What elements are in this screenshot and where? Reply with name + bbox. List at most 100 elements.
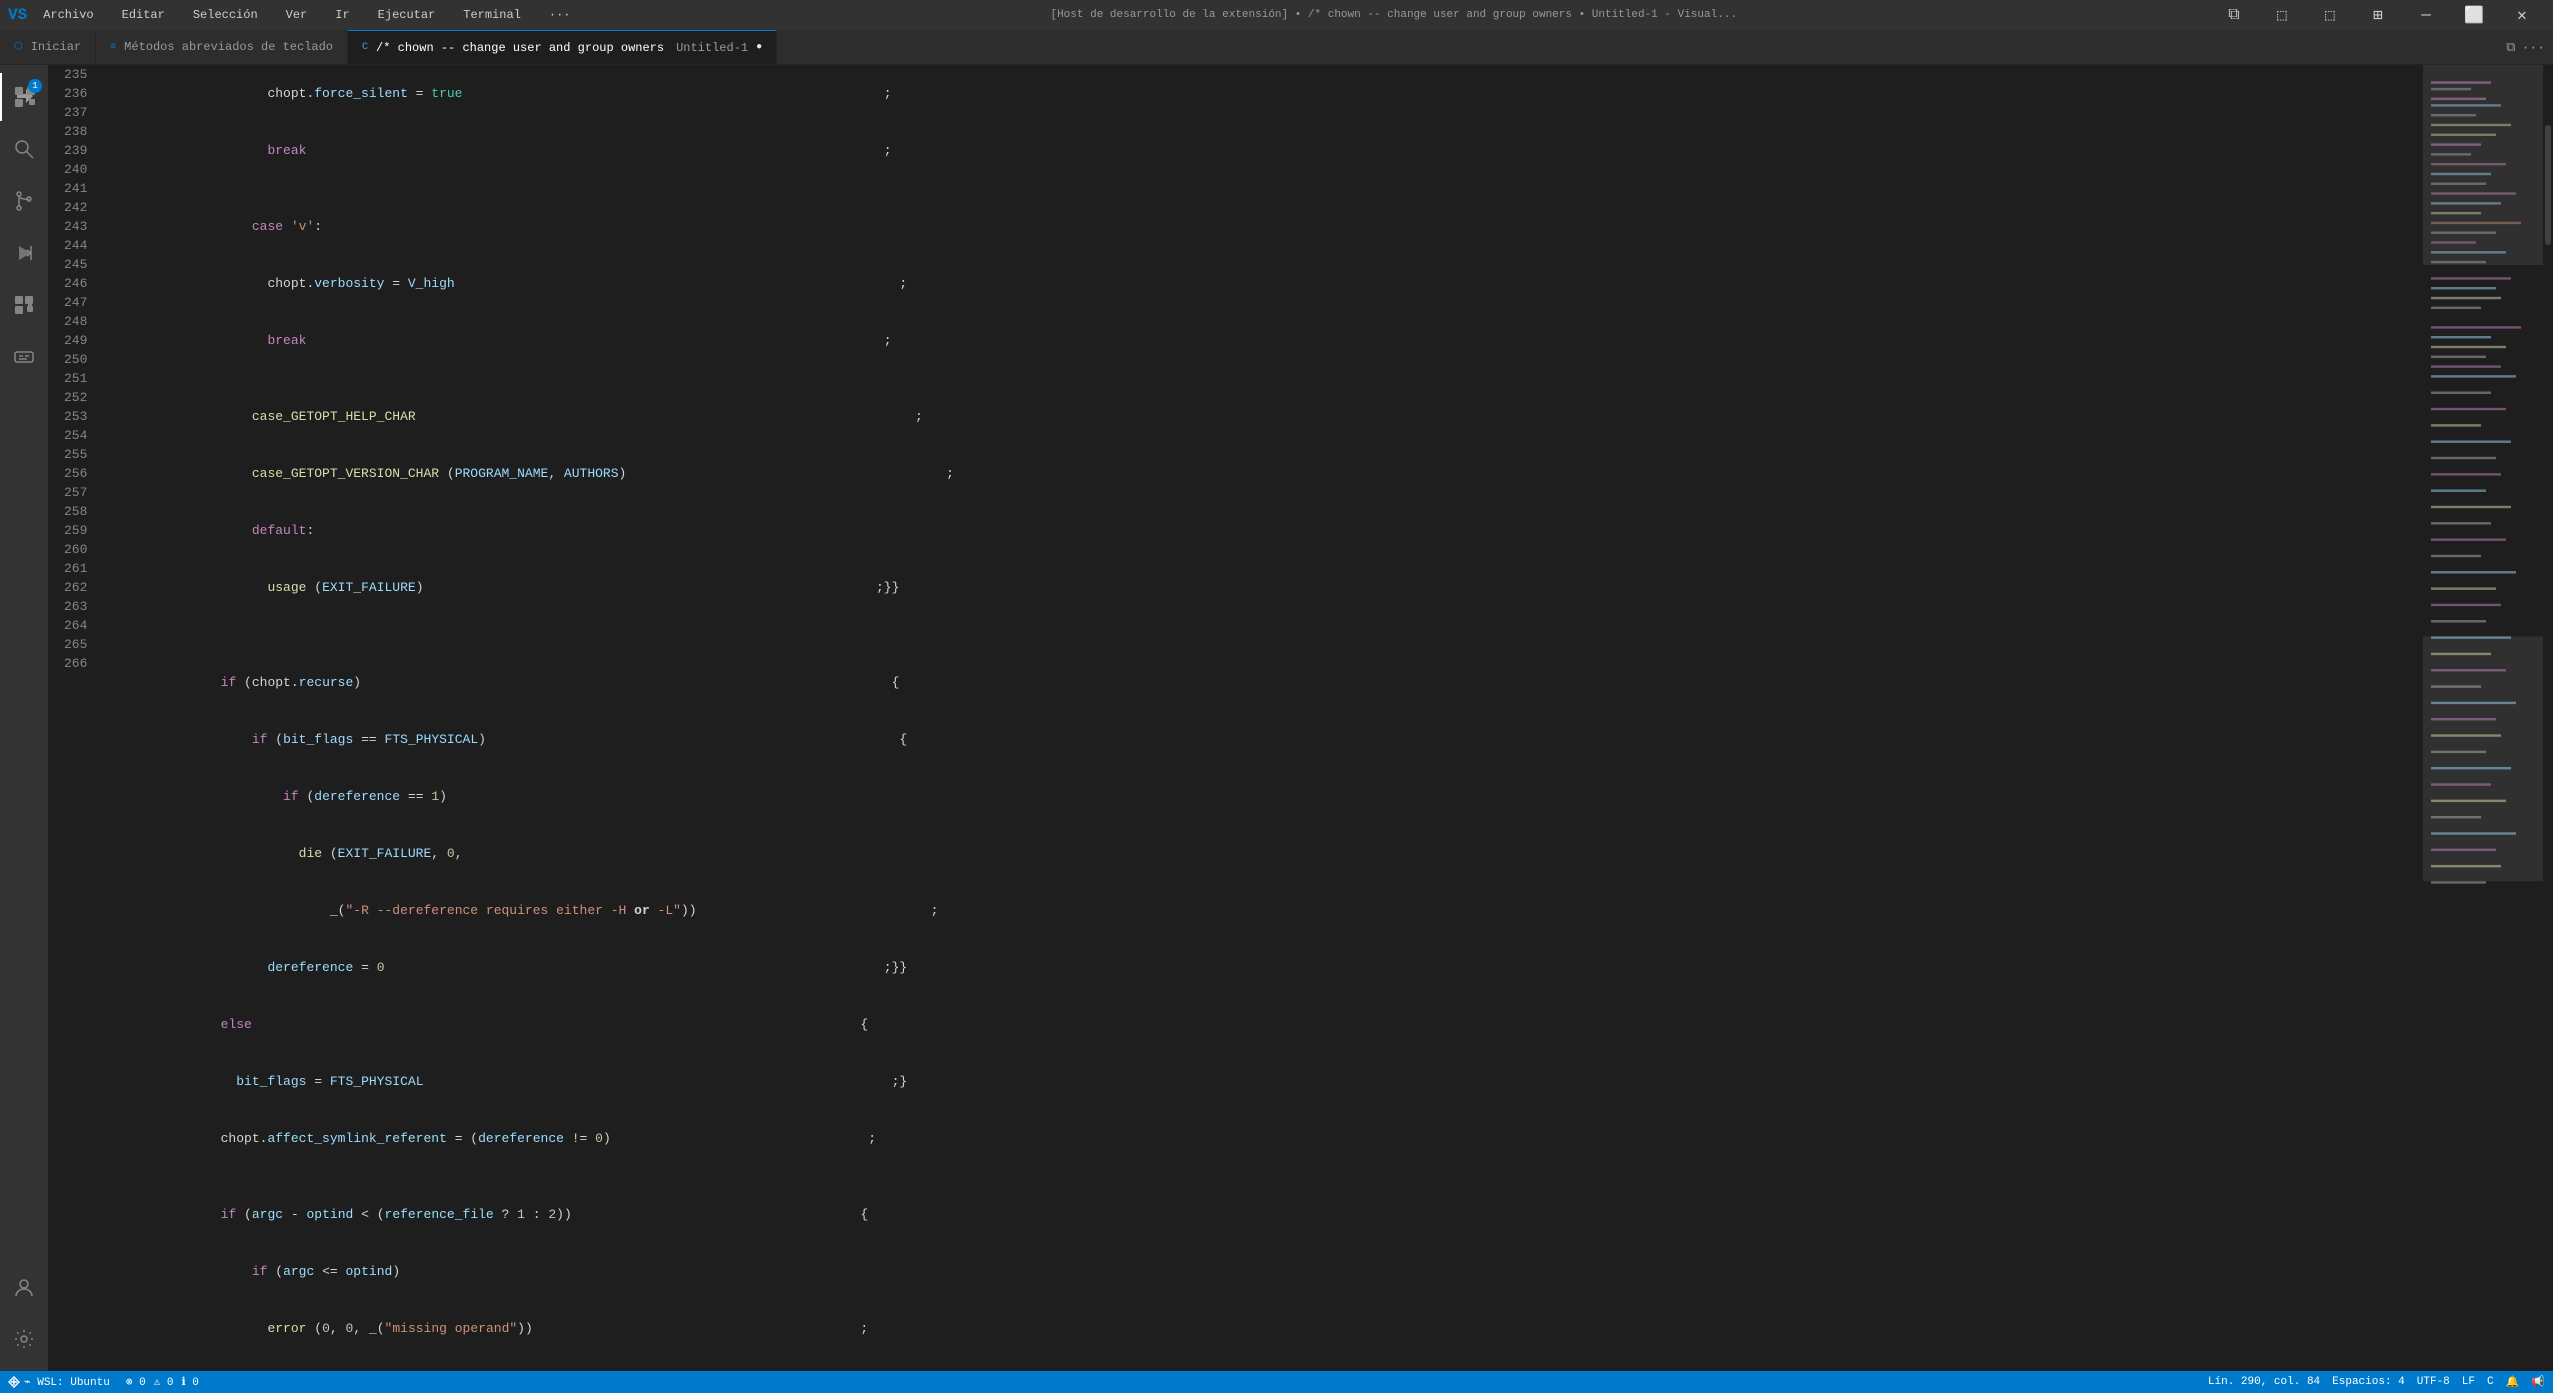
code-line-237 [111,179,2415,198]
code-line-254: bit_flags = FTS_PHYSICAL ;} [111,1053,2415,1110]
code-line-235: chopt.force_silent = true ; [111,65,2415,122]
close-button[interactable]: ✕ [2499,0,2545,30]
remote-status-icon [8,1376,20,1388]
minimize-button[interactable]: — [2403,0,2449,30]
tab-bar: ⬡ Iniciar ≡ Métodos abreviados de teclad… [0,30,2553,65]
broadcast-icon[interactable]: 📢 [2531,1375,2545,1389]
wsl-indicator[interactable]: ⌁ WSL: Ubuntu [0,1371,118,1393]
maximize-button[interactable]: ⬜ [2451,0,2497,30]
activity-source-control[interactable] [0,177,48,225]
scrollbar-vertical[interactable] [2543,65,2553,1371]
tab-keyboard-icon: ≡ [110,42,116,53]
layout3-button[interactable]: ⊞ [2355,0,2401,30]
activity-account[interactable] [0,1263,48,1311]
code-line-248: if (bit_flags == FTS_PHYSICAL) { [111,711,2415,768]
menu-ver[interactable]: Ver [280,6,314,24]
extensions-view-icon [13,294,35,316]
window-title: [Host de desarrollo de la extensión] • /… [587,9,2202,21]
code-content: 235 236 237 238 239 240 241 242 243 244 … [48,65,2553,1371]
title-bar: VS Archivo Editar Selección Ver Ir Ejecu… [0,0,2553,30]
status-right: Lín. 290, col. 84 Espacios: 4 UTF-8 LF C… [2208,1375,2545,1389]
tab-chown[interactable]: C /* chown -- change user and group owne… [348,30,777,64]
tab-iniciar-label: Iniciar [31,40,81,54]
main-layout: 1 [0,65,2553,1371]
split-editor-button[interactable]: ⧉ [2211,0,2257,30]
tab-iniciar[interactable]: ⬡ Iniciar [0,30,96,64]
tab-actions: ⧉ ··· [2498,30,2553,64]
layout2-button[interactable]: ⬚ [2307,0,2353,30]
tab-chown-extra: Untitled-1 [676,41,748,55]
menu-terminal[interactable]: Terminal [457,6,527,24]
wsl-label: ⌁ WSL: Ubuntu [24,1375,110,1389]
menu-ejecutar[interactable]: Ejecutar [372,6,442,24]
editor-area: 235 236 237 238 239 240 241 242 243 244 … [48,65,2553,1371]
code-line-244: default: [111,502,2415,559]
menu-more[interactable]: ··· [543,6,577,24]
run-icon [13,242,35,264]
line-numbers: 235 236 237 238 239 240 241 242 243 244 … [48,65,103,1371]
notifications-bell[interactable]: 🔔 [2506,1375,2520,1389]
code-line-252: dereference = 0 ;}} [111,939,2415,996]
extensions-badge: 1 [28,79,42,93]
code-line-246 [111,635,2415,654]
tab-keyboard-label: Métodos abreviados de teclado [124,40,333,54]
errors-indicator[interactable]: ⊗ 0 [126,1375,146,1389]
code-line-242: case_GETOPT_HELP_CHAR ; [111,388,2415,445]
tab-chown-icon: C [362,42,368,53]
code-line-250: die (EXIT_FAILURE, 0, [111,825,2415,882]
activity-extensions-view[interactable] [0,281,48,329]
tab-chown-label: /* chown -- change user and group owners [376,41,664,55]
menu-archivo[interactable]: Archivo [37,6,99,24]
minimap [2423,65,2543,1371]
activity-run[interactable] [0,229,48,277]
tab-modified-dot: ● [756,42,762,53]
split-tab-icon[interactable]: ⧉ [2506,40,2515,55]
activity-extensions[interactable]: 1 [0,73,48,121]
code-lines[interactable]: chopt.force_silent = true ; break [103,65,2423,1371]
minimap-slider[interactable] [2423,65,2543,265]
cursor-position[interactable]: Lín. 290, col. 84 [2208,1376,2320,1388]
menu-seleccion[interactable]: Selección [187,6,264,24]
code-editor[interactable]: 235 236 237 238 239 240 241 242 243 244 … [48,65,2553,1371]
code-line-238: case 'v': [111,198,2415,255]
more-tabs-icon[interactable]: ··· [2522,40,2545,55]
tab-keyboard[interactable]: ≡ Métodos abreviados de teclado [96,30,348,64]
code-line-245: usage (EXIT_FAILURE) ;}} [111,559,2415,635]
language-indicator[interactable]: C [2487,1376,2494,1388]
code-line-257: if (argc - optind < (reference_file ? 1 … [111,1186,2415,1243]
code-line-253: else { [111,996,2415,1053]
code-line-236: break ; [111,122,2415,179]
activity-search[interactable] [0,125,48,173]
code-line-240: break ; [111,312,2415,369]
code-line-239: chopt.verbosity = V_high ; [111,255,2415,312]
code-line-260: else [111,1357,2415,1371]
spaces-indicator[interactable]: Espacios: 4 [2332,1376,2405,1388]
account-icon [13,1276,35,1298]
code-line-251: _("-R --dereference requires either -H o… [111,882,2415,939]
remote-icon [13,346,35,368]
menu-ir[interactable]: Ir [329,6,355,24]
search-icon [13,138,35,160]
encoding-indicator[interactable]: UTF-8 [2417,1376,2450,1388]
info-indicator[interactable]: ℹ 0 [182,1375,199,1389]
code-line-241 [111,369,2415,388]
code-line-243: case_GETOPT_VERSION_CHAR (PROGRAM_NAME, … [111,445,2415,502]
code-line-247: if (chopt.recurse) { [111,654,2415,711]
line-ending-indicator[interactable]: LF [2462,1376,2475,1388]
vscode-icon: VS [8,6,27,24]
scrollbar-thumb[interactable] [2545,125,2551,245]
warnings-indicator[interactable]: ⚠ 0 [154,1375,174,1389]
code-line-258: if (argc <= optind) [111,1243,2415,1300]
window-controls[interactable]: ⧉ ⬚ ⬚ ⊞ — ⬜ ✕ [2211,0,2545,30]
source-control-icon [13,190,35,212]
activity-remote[interactable] [0,333,48,381]
activity-settings[interactable] [0,1315,48,1363]
menu-bar[interactable]: Archivo Editar Selección Ver Ir Ejecutar… [37,6,576,24]
tab-iniciar-icon: ⬡ [14,41,23,53]
layout-button[interactable]: ⬚ [2259,0,2305,30]
menu-editar[interactable]: Editar [116,6,171,24]
status-left: ⌁ WSL: Ubuntu ⊗ 0 ⚠ 0 ℹ 0 [8,1371,199,1393]
code-line-249: if (dereference == 1) [111,768,2415,825]
settings-icon [13,1328,35,1350]
code-line-255: chopt.affect_symlink_referent = (derefer… [111,1110,2415,1167]
